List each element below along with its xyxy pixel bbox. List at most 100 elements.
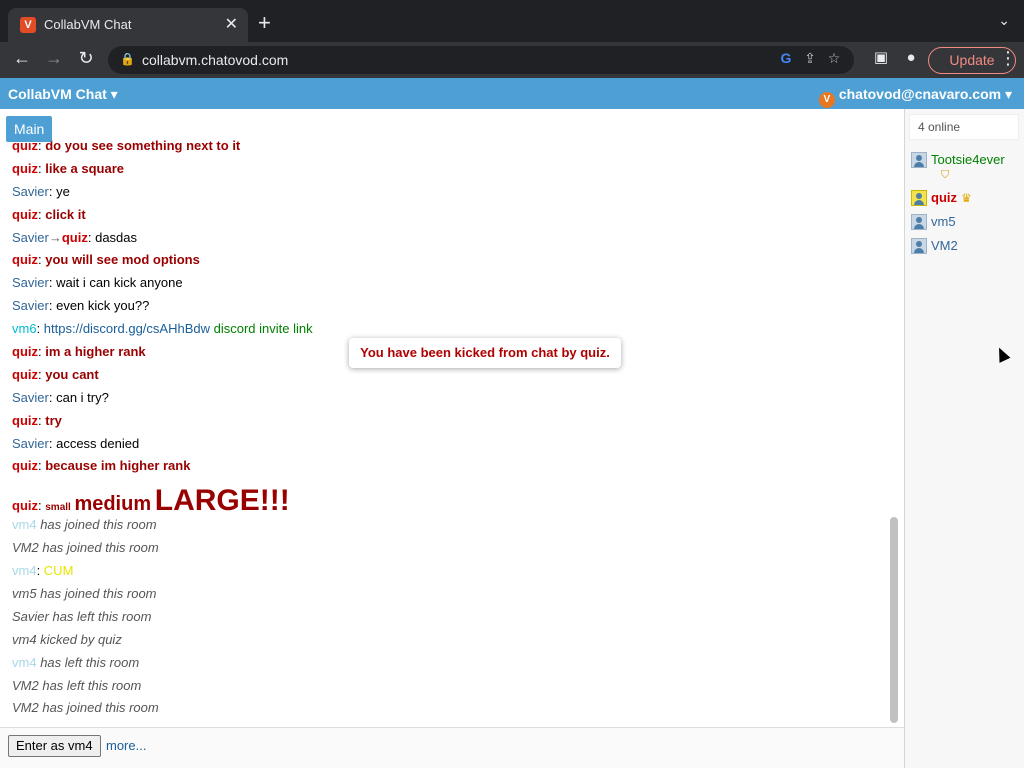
user-avatar-icon: [911, 238, 927, 254]
profile-icon[interactable]: ●: [896, 49, 926, 66]
url-text: collabvm.chatovod.com: [142, 52, 289, 68]
crown-icon: ♛: [961, 191, 972, 205]
chat-message: VM2 has joined this room: [12, 537, 882, 560]
message-link[interactable]: https://discord.gg/csAHhBdw: [44, 321, 210, 336]
user-list-item[interactable]: quiz ♛: [911, 187, 1023, 211]
chat-message: Savier→quiz: dasdas: [12, 229, 138, 245]
user-menu[interactable]: Vchatovod@cnavaro.com ▾: [818, 86, 1012, 108]
message-text-small: small: [45, 502, 71, 514]
scrollbar-thumb[interactable]: [890, 517, 898, 723]
chat-message: quiz: small medium LARGE!!!: [12, 484, 290, 518]
message-list[interactable]: quiz: do you see something next to it qui…: [0, 139, 888, 725]
chat-message: Savier: even kick you??: [12, 298, 150, 314]
message-text-medium: medium: [74, 493, 152, 516]
message-nick[interactable]: quiz: [12, 367, 38, 382]
chat-message: quiz: do you see something next to it: [12, 139, 241, 153]
message-nick[interactable]: Savier: [12, 184, 49, 199]
kicked-notification: You have been kicked from chat by quiz.: [349, 338, 621, 368]
message-nick[interactable]: vm4: [12, 655, 37, 670]
back-icon[interactable]: ←: [10, 48, 34, 69]
message-nick[interactable]: Savier: [12, 230, 49, 245]
browser-menu-icon[interactable]: ⋮: [996, 48, 1020, 69]
system-message-text: VM2 has joined this room: [12, 700, 159, 716]
message-text-large: LARGE!!!: [154, 484, 290, 518]
user-avatar-icon: [911, 214, 927, 230]
user-list-item[interactable]: vm5: [911, 211, 1023, 235]
reload-icon[interactable]: ↻: [74, 48, 98, 69]
message-nick[interactable]: vm4: [12, 563, 37, 578]
enter-chat-button[interactable]: Enter as vm4: [8, 735, 101, 757]
system-message-text: Savier has left this room: [12, 608, 152, 624]
lock-icon: 🔒: [120, 52, 135, 66]
chat-pane: quiz: do you see something next to it qui…: [0, 109, 904, 727]
message-nick[interactable]: Savier: [12, 436, 49, 451]
system-message-text: has joined this room: [40, 517, 157, 533]
online-users-sidebar: 4 online Tootsie4ever ⛉ quiz ♛ vm5 VM2: [904, 109, 1024, 768]
chat-brand-menu[interactable]: CollabVM Chat ▾: [8, 86, 118, 103]
message-nick[interactable]: quiz: [12, 413, 38, 428]
address-bar[interactable]: 🔒 collabvm.chatovod.com G ⇪ ☆: [108, 46, 854, 74]
message-nick[interactable]: quiz: [12, 252, 38, 267]
system-message-text: vm5 has joined this room: [12, 586, 157, 602]
message-text: click it: [45, 206, 86, 222]
user-avatar-icon: V: [818, 92, 835, 108]
message-nick[interactable]: quiz: [12, 498, 38, 513]
message-text: like a square: [45, 160, 125, 176]
forward-icon[interactable]: →: [42, 48, 66, 69]
message-nick[interactable]: quiz: [12, 458, 38, 473]
message-text: discord invite link: [213, 321, 313, 337]
chat-message: Savier: can i try?: [12, 389, 109, 405]
google-icon[interactable]: G: [774, 50, 798, 66]
message-nick[interactable]: Savier: [12, 275, 49, 290]
system-message-text: VM2 has joined this room: [12, 540, 159, 556]
chat-message: VM2 has joined this room: [12, 697, 882, 720]
chat-message: vm4: CUM: [12, 563, 74, 579]
more-link[interactable]: more...: [106, 738, 146, 753]
user-name[interactable]: vm5: [931, 214, 956, 229]
close-tab-icon[interactable]: ✕: [225, 14, 238, 34]
browser-tab-bar: V CollabVM Chat ✕ + ⌄: [0, 0, 1024, 42]
message-nick[interactable]: vm6: [12, 321, 37, 336]
chat-message: vm5 has joined this room: [12, 583, 882, 606]
user-list-item[interactable]: Tootsie4ever ⛉: [911, 149, 1023, 187]
tab-title: CollabVM Chat: [44, 17, 132, 32]
message-nick[interactable]: vm4: [12, 517, 37, 532]
chat-message: quiz: like a square: [12, 160, 125, 176]
message-text: ye: [56, 183, 70, 199]
message-text: because im higher rank: [45, 458, 191, 474]
user-avatar-icon: [911, 190, 927, 206]
bookmark-star-icon[interactable]: ☆: [822, 50, 846, 67]
message-nick[interactable]: quiz: [12, 207, 38, 222]
share-icon[interactable]: ⇪: [798, 50, 822, 67]
message-nick[interactable]: quiz: [12, 161, 38, 176]
user-name[interactable]: Tootsie4ever: [931, 152, 1005, 167]
message-nick[interactable]: Savier: [12, 298, 49, 313]
online-count: 4 online: [909, 114, 1019, 140]
shield-icon: ⛉: [941, 169, 950, 181]
message-recipient[interactable]: quiz: [62, 230, 88, 245]
message-text: can i try?: [56, 389, 109, 405]
app-header: CollabVM Chat ▾ Vchatovod@cnavaro.com ▾: [0, 78, 1024, 109]
message-text: do you see something next to it: [45, 139, 241, 153]
browser-toolbar: ← → ↻ 🔒 collabvm.chatovod.com G ⇪ ☆ ▣ ● Upd…: [0, 42, 1024, 78]
browser-tab[interactable]: V CollabVM Chat ✕: [8, 8, 248, 42]
message-nick[interactable]: Savier: [12, 390, 49, 405]
system-message-text: has left this room: [40, 654, 140, 670]
message-nick[interactable]: quiz: [12, 344, 38, 359]
new-tab-icon[interactable]: +: [258, 10, 271, 36]
side-panel-icon[interactable]: ▣: [866, 48, 896, 66]
chat-message: quiz: try: [12, 412, 62, 428]
chat-message: Savier has left this room: [12, 606, 882, 629]
chat-message: VM2 has left this room: [12, 675, 882, 698]
chat-message: Savier: ye: [12, 183, 70, 199]
user-list-item[interactable]: VM2: [911, 235, 1023, 259]
message-text: access denied: [56, 435, 140, 451]
tab-search-chevron-icon[interactable]: ⌄: [998, 12, 1010, 29]
message-text: wait i can kick anyone: [56, 275, 183, 291]
message-text: CUM: [43, 563, 74, 579]
user-name[interactable]: quiz ♛: [931, 190, 972, 205]
chat-message: quiz: because im higher rank: [12, 458, 191, 474]
system-message-text: VM2 has left this room: [12, 677, 142, 693]
user-name[interactable]: VM2: [931, 238, 958, 253]
tab-main-room[interactable]: Main: [6, 116, 53, 142]
